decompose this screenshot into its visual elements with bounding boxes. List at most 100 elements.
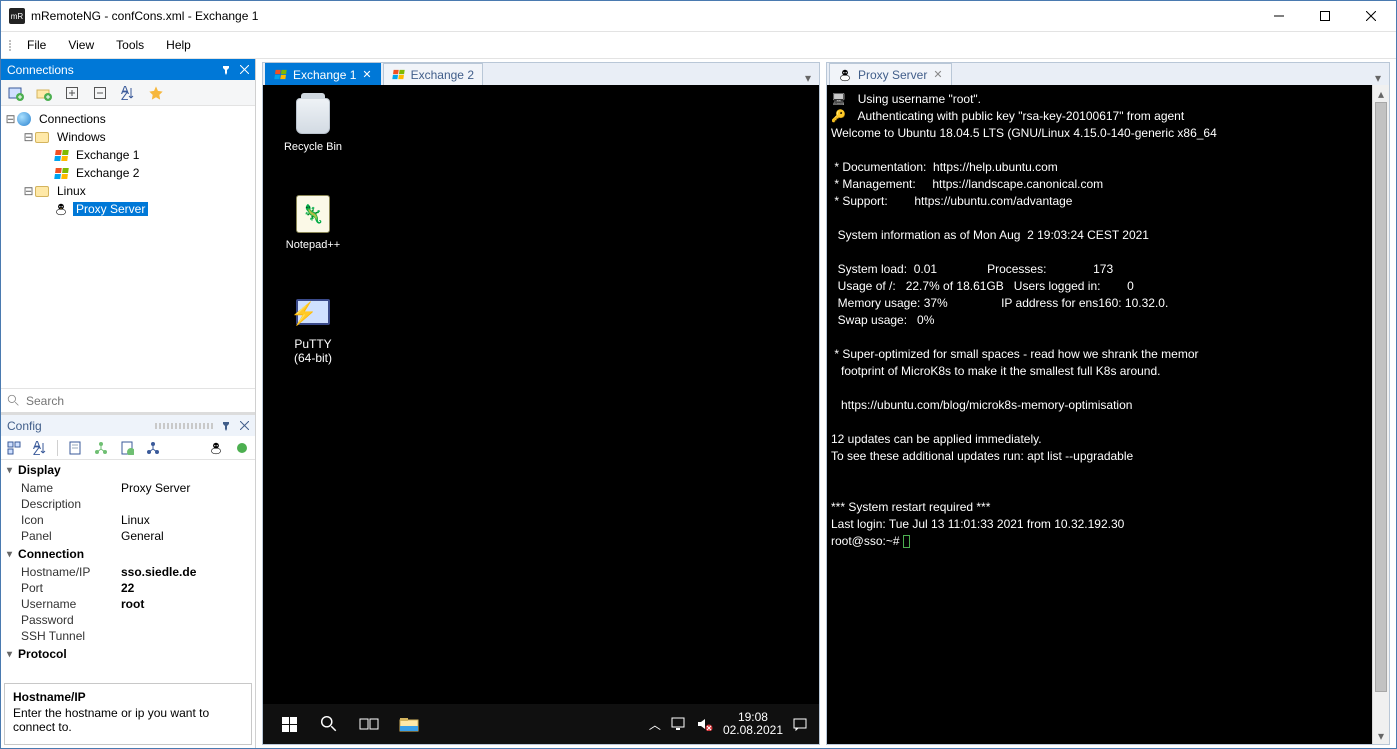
categorized-icon[interactable] (5, 439, 23, 457)
prop-category-label: Display (18, 463, 61, 477)
prop-row-sshtunnel[interactable]: SSH Tunnel (1, 628, 255, 644)
tab-dropdown-icon[interactable]: ▾ (1369, 71, 1387, 85)
desktop-icon-recycle-bin[interactable]: Recycle Bin (273, 95, 353, 153)
connections-toolbar: AZ (1, 80, 255, 106)
inheritance-icon[interactable] (92, 439, 110, 457)
tab-exchange1[interactable]: Exchange 1 ✕ (265, 63, 381, 85)
tab-close-icon[interactable]: ✕ (933, 68, 942, 81)
taskbar-clock[interactable]: 19:08 02.08.2021 (723, 711, 783, 737)
prop-value[interactable]: root (121, 597, 249, 611)
new-connection-icon[interactable] (7, 84, 25, 102)
tab-label: Exchange 1 (293, 68, 356, 82)
prop-value[interactable]: sso.siedle.de (121, 565, 249, 579)
connections-panel-header[interactable]: Connections (1, 59, 255, 80)
chevron-down-icon: ▾ (7, 549, 12, 560)
start-button[interactable] (269, 704, 309, 744)
pin-icon[interactable] (219, 63, 233, 77)
prop-category-display[interactable]: ▾Display (1, 460, 255, 480)
favorite-icon[interactable] (147, 84, 165, 102)
default-props-icon[interactable] (118, 439, 136, 457)
file-explorer-icon[interactable] (389, 704, 429, 744)
taskbar-search-icon[interactable] (309, 704, 349, 744)
menu-tools[interactable]: Tools (106, 34, 154, 56)
session-pane-proxy: Proxy Server ✕ ▾ 🖥 Using username "root"… (826, 62, 1390, 745)
volume-muted-icon[interactable] (697, 717, 713, 731)
expand-icon[interactable] (63, 84, 81, 102)
collapse-icon[interactable] (91, 84, 109, 102)
tree-root[interactable]: ⊟ Connections (3, 110, 253, 128)
pin-icon[interactable] (219, 419, 233, 433)
config-panel-header[interactable]: Config (1, 415, 255, 436)
tree-folder-linux[interactable]: ⊟ Linux (3, 182, 253, 200)
tab-exchange2[interactable]: Exchange 2 (383, 63, 483, 85)
prop-value[interactable]: Linux (121, 513, 249, 527)
tree-folder-windows[interactable]: ⊟ Windows (3, 128, 253, 146)
prop-row-port[interactable]: Port22 (1, 580, 255, 596)
toggle-icon[interactable]: ⊟ (23, 184, 34, 198)
prop-value[interactable] (121, 497, 249, 511)
close-panel-icon[interactable] (237, 63, 251, 77)
new-folder-icon[interactable] (35, 84, 53, 102)
prop-category-protocol[interactable]: ▾Protocol (1, 644, 255, 664)
scroll-thumb[interactable] (1375, 102, 1387, 692)
tree-item-exchange1[interactable]: Exchange 1 (3, 146, 253, 164)
desktop-icon-notepadpp[interactable]: 🦎 Notepad++ (273, 193, 353, 251)
menu-view[interactable]: View (58, 34, 104, 56)
terminal-cursor (903, 535, 910, 548)
tab-dropdown-icon[interactable]: ▾ (799, 71, 817, 85)
ssh-terminal[interactable]: 🖥 Using username "root". 🔑 Authenticatin… (827, 85, 1389, 744)
default-inherit-icon[interactable] (144, 439, 162, 457)
prop-name-label: Name (21, 481, 121, 495)
menu-file[interactable]: File (17, 34, 56, 56)
terminal-output[interactable]: 🖥 Using username "root". 🔑 Authenticatin… (827, 85, 1389, 744)
prop-row-icon[interactable]: IconLinux (1, 512, 255, 528)
sort-az-icon[interactable]: AZ (31, 439, 49, 457)
prop-value[interactable]: General (121, 529, 249, 543)
tree-item-exchange2[interactable]: Exchange 2 (3, 164, 253, 182)
prop-value[interactable] (121, 613, 249, 627)
close-button[interactable] (1348, 1, 1394, 31)
prop-row-username[interactable]: Usernameroot (1, 596, 255, 612)
prop-row-description[interactable]: Description (1, 496, 255, 512)
network-icon[interactable] (671, 717, 687, 731)
prop-row-name[interactable]: NameProxy Server (1, 480, 255, 496)
desktop-icon-putty[interactable]: ⚡ PuTTY(64-bit) (273, 291, 353, 365)
toggle-icon[interactable]: ⊟ (5, 112, 16, 126)
prop-value[interactable] (121, 629, 249, 643)
terminal-scrollbar[interactable]: ▴ ▾ (1372, 85, 1389, 744)
scroll-up-icon[interactable]: ▴ (1373, 85, 1389, 102)
svg-text:Z: Z (121, 89, 128, 100)
prop-value[interactable]: 22 (121, 581, 249, 595)
tab-proxy[interactable]: Proxy Server ✕ (829, 63, 952, 85)
search-box[interactable] (1, 388, 255, 412)
rdp-desktop[interactable]: Recycle Bin 🦎 Notepad++ ⚡ PuTTY(64-bit) (263, 85, 819, 744)
prop-page-icon[interactable] (66, 439, 84, 457)
sort-icon[interactable]: AZ (119, 84, 137, 102)
grip-icon[interactable] (155, 423, 215, 429)
prop-label: Panel (21, 529, 121, 543)
notification-icon[interactable] (793, 717, 807, 731)
toggle-icon[interactable]: ⊟ (23, 130, 34, 144)
prop-row-hostname[interactable]: Hostname/IPsso.siedle.de (1, 564, 255, 580)
prop-name-value[interactable]: Proxy Server (121, 481, 249, 495)
tray-chevron-icon[interactable]: ︿ (649, 716, 661, 733)
tree-item-label: Exchange 2 (73, 166, 142, 180)
property-grid[interactable]: ▾Display NameProxy Server Description Ic… (1, 460, 255, 680)
prop-row-password[interactable]: Password (1, 612, 255, 628)
windows-flag-icon (392, 69, 405, 80)
maximize-button[interactable] (1302, 1, 1348, 31)
tab-close-icon[interactable]: ✕ (362, 68, 371, 81)
tree-item-proxy[interactable]: Proxy Server (3, 200, 253, 218)
search-icon (7, 394, 20, 407)
putty-key-icon: 🖥 (831, 92, 846, 106)
minimize-button[interactable] (1256, 1, 1302, 31)
menu-help[interactable]: Help (156, 34, 201, 56)
search-input[interactable] (26, 394, 249, 408)
task-view-icon[interactable] (349, 704, 389, 744)
connections-tree[interactable]: ⊟ Connections ⊟ Windows Exchange 1 Excha… (1, 106, 255, 388)
scroll-down-icon[interactable]: ▾ (1373, 727, 1389, 744)
prop-row-panel[interactable]: PanelGeneral (1, 528, 255, 544)
prop-category-connection[interactable]: ▾Connection (1, 544, 255, 564)
rdp-taskbar[interactable]: ︿ 19:08 02.08.2021 (263, 704, 819, 744)
close-panel-icon[interactable] (237, 419, 251, 433)
